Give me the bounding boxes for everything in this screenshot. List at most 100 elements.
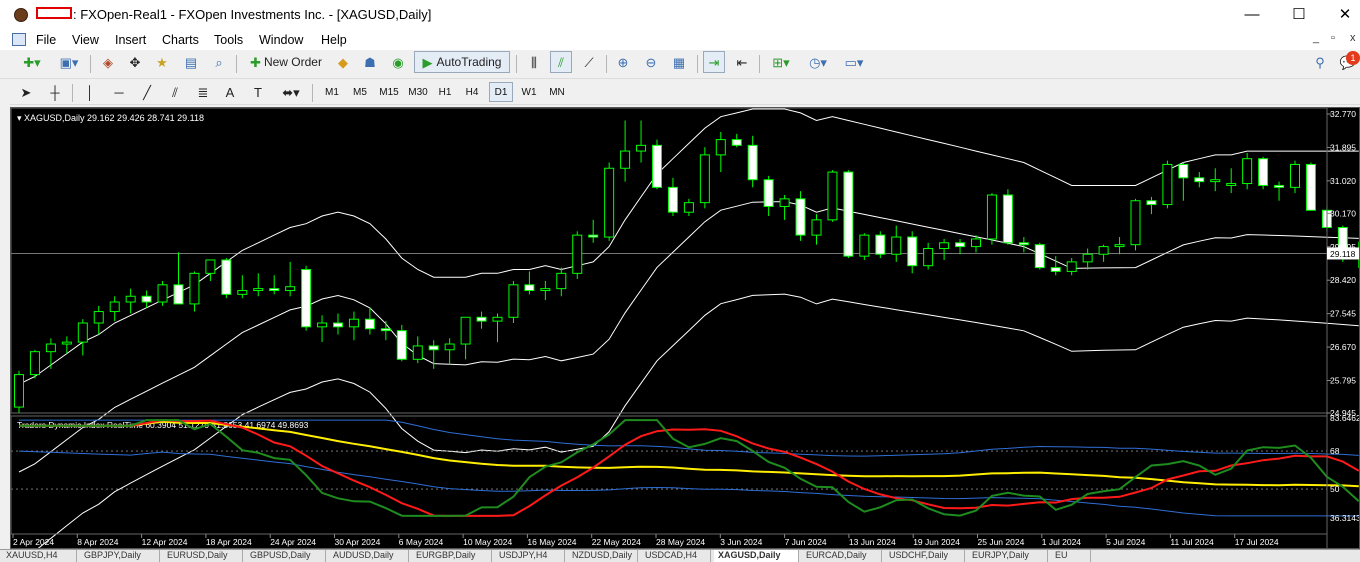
candle bbox=[1210, 168, 1221, 192]
terminal-button[interactable]: ▤ bbox=[180, 51, 202, 73]
chart-tab[interactable]: XAUUSD,H4 bbox=[2, 550, 77, 562]
menu-help[interactable]: Help bbox=[321, 33, 347, 47]
market-watch-button[interactable]: ◈ bbox=[97, 51, 119, 73]
bar-chart-button[interactable]: ⫼ bbox=[523, 51, 545, 73]
notifications-button[interactable]: 💬 1 bbox=[1336, 51, 1360, 73]
chart-tab[interactable]: EURGBP,Daily bbox=[412, 550, 492, 562]
menu-bar: File View Insert Charts Tools Window Hel… bbox=[0, 30, 1360, 50]
arrows-tool[interactable]: ⬌▾ bbox=[276, 81, 306, 103]
arrows-icon: ⬌▾ bbox=[282, 84, 300, 100]
tf-m1[interactable]: M1 bbox=[320, 82, 344, 102]
chart-window[interactable]: ▾ XAGUSD,Daily 29.162 29.426 28.741 29.1… bbox=[10, 107, 1360, 561]
new-order-button[interactable]: ✚ New Order bbox=[244, 51, 328, 73]
cursor-tool[interactable]: ➤ bbox=[16, 81, 36, 103]
chart-tab[interactable]: EU bbox=[1051, 550, 1091, 562]
chart-tab[interactable]: EURJPY,Daily bbox=[968, 550, 1048, 562]
date-label: 28 May 2024 bbox=[656, 537, 705, 547]
chart-shift-icon: ⇤ bbox=[736, 54, 748, 70]
bull-candle-body bbox=[109, 301, 120, 313]
periods-button[interactable]: ◷▾ bbox=[802, 51, 834, 73]
bull-candle-body bbox=[683, 202, 694, 213]
mdi-restore-button[interactable]: ▫ bbox=[1331, 32, 1335, 44]
navigator-button[interactable]: ★ bbox=[151, 51, 173, 73]
bull-candle-body bbox=[572, 234, 583, 274]
metaeditor-button[interactable]: ◆ bbox=[332, 51, 354, 73]
zoom-in-button[interactable]: ⊕ bbox=[612, 51, 634, 73]
templates-button[interactable]: ▭▾ bbox=[838, 51, 870, 73]
tester-icon: ⌕ bbox=[215, 54, 223, 70]
chart-tab[interactable]: EURUSD,Daily bbox=[163, 550, 243, 562]
indicators-button[interactable]: ⊞▾ bbox=[765, 51, 797, 73]
date-label: 25 Jun 2024 bbox=[978, 537, 1025, 547]
bull-candle-body bbox=[29, 351, 40, 376]
mdi-window-icon[interactable] bbox=[12, 33, 26, 46]
bear-candle-body bbox=[763, 179, 774, 207]
vertical-line-tool[interactable]: │ bbox=[80, 81, 100, 103]
text-label-tool[interactable]: T bbox=[248, 81, 268, 103]
bollinger-upper bbox=[18, 108, 1359, 385]
community-button[interactable]: ☗ bbox=[359, 51, 381, 73]
line-chart-button[interactable]: ⟋ bbox=[578, 51, 600, 73]
menu-insert[interactable]: Insert bbox=[115, 33, 146, 47]
zoom-out-button[interactable]: ⊖ bbox=[640, 51, 662, 73]
bear-candle-body bbox=[333, 322, 343, 328]
candle bbox=[843, 170, 854, 259]
tf-m15[interactable]: M15 bbox=[376, 82, 402, 102]
text-tool[interactable]: A bbox=[220, 81, 240, 103]
tf-mn[interactable]: MN bbox=[545, 82, 569, 102]
chart-tab[interactable]: XAGUSD,Daily bbox=[714, 550, 799, 562]
candle bbox=[1066, 258, 1077, 276]
candle bbox=[1162, 160, 1173, 209]
autotrading-button[interactable]: ▶ AutoTrading bbox=[414, 51, 510, 73]
menu-charts[interactable]: Charts bbox=[162, 33, 199, 47]
bull-candle-body bbox=[715, 139, 726, 156]
mdi-minimize-button[interactable]: _ bbox=[1313, 32, 1319, 44]
new-chart-button[interactable]: ✚▾ bbox=[16, 51, 48, 73]
bull-candle-body bbox=[1210, 179, 1221, 183]
menu-file[interactable]: File bbox=[36, 33, 56, 47]
tf-d1[interactable]: D1 bbox=[489, 82, 513, 102]
maximize-button[interactable]: ☐ bbox=[1276, 4, 1322, 26]
close-button[interactable]: ✕ bbox=[1322, 4, 1360, 26]
mdi-close-button[interactable]: x bbox=[1350, 32, 1356, 44]
chart-tab[interactable]: USDCHF,Daily bbox=[885, 550, 965, 562]
search-button[interactable]: ⚲ bbox=[1310, 51, 1330, 73]
signals-button[interactable]: ◉ bbox=[387, 51, 409, 73]
tf-m5[interactable]: M5 bbox=[348, 82, 372, 102]
clock-icon: ◷▾ bbox=[809, 54, 827, 70]
menu-tools[interactable]: Tools bbox=[214, 33, 243, 47]
price-chart[interactable]: ▾ XAGUSD,Daily 29.162 29.426 28.741 29.1… bbox=[10, 107, 1360, 561]
chart-tab[interactable]: GBPUSD,Daily bbox=[246, 550, 326, 562]
candle bbox=[29, 349, 40, 379]
chart-tab[interactable]: NZDUSD,Daily bbox=[568, 550, 638, 562]
date-label: 18 Apr 2024 bbox=[206, 537, 252, 547]
chart-tab[interactable]: GBPJPY,Daily bbox=[80, 550, 160, 562]
tile-windows-button[interactable]: ▦ bbox=[668, 51, 690, 73]
chart-shift-button[interactable]: ⇤ bbox=[731, 51, 753, 73]
tf-h4[interactable]: H4 bbox=[461, 82, 483, 102]
chart-tab[interactable]: USDCAD,H4 bbox=[641, 550, 711, 562]
chart-tab[interactable]: EURCAD,Daily bbox=[802, 550, 882, 562]
candlestick-button[interactable]: ⫽ bbox=[550, 51, 572, 73]
tf-h1[interactable]: H1 bbox=[434, 82, 456, 102]
autoscroll-button[interactable]: ⇥ bbox=[703, 51, 725, 73]
bull-candle-body bbox=[986, 194, 997, 240]
date-label: 22 May 2024 bbox=[592, 537, 641, 547]
bull-candle-body bbox=[125, 295, 136, 303]
horizontal-line-tool[interactable]: ─ bbox=[108, 81, 130, 103]
tf-w1[interactable]: W1 bbox=[517, 82, 541, 102]
menu-view[interactable]: View bbox=[72, 33, 99, 47]
profiles-button[interactable]: ▣▾ bbox=[54, 51, 84, 73]
chart-tab[interactable]: USDJPY,H4 bbox=[495, 550, 565, 562]
menu-window[interactable]: Window bbox=[259, 33, 303, 47]
minimize-button[interactable]: — bbox=[1229, 4, 1275, 26]
strategy-tester-button[interactable]: ⌕ bbox=[208, 51, 230, 73]
fibonacci-tool[interactable]: ≣ bbox=[192, 81, 214, 103]
chart-tab[interactable]: AUDUSD,Daily bbox=[329, 550, 409, 562]
crosshair-tool[interactable]: ┼ bbox=[44, 81, 66, 103]
trendline-tool[interactable]: ╱ bbox=[136, 81, 158, 103]
equidistant-channel-tool[interactable]: ⫽ bbox=[164, 81, 186, 103]
tf-m30[interactable]: M30 bbox=[405, 82, 431, 102]
data-window-button[interactable]: ✥ bbox=[124, 51, 146, 73]
app-icon[interactable] bbox=[14, 8, 28, 22]
